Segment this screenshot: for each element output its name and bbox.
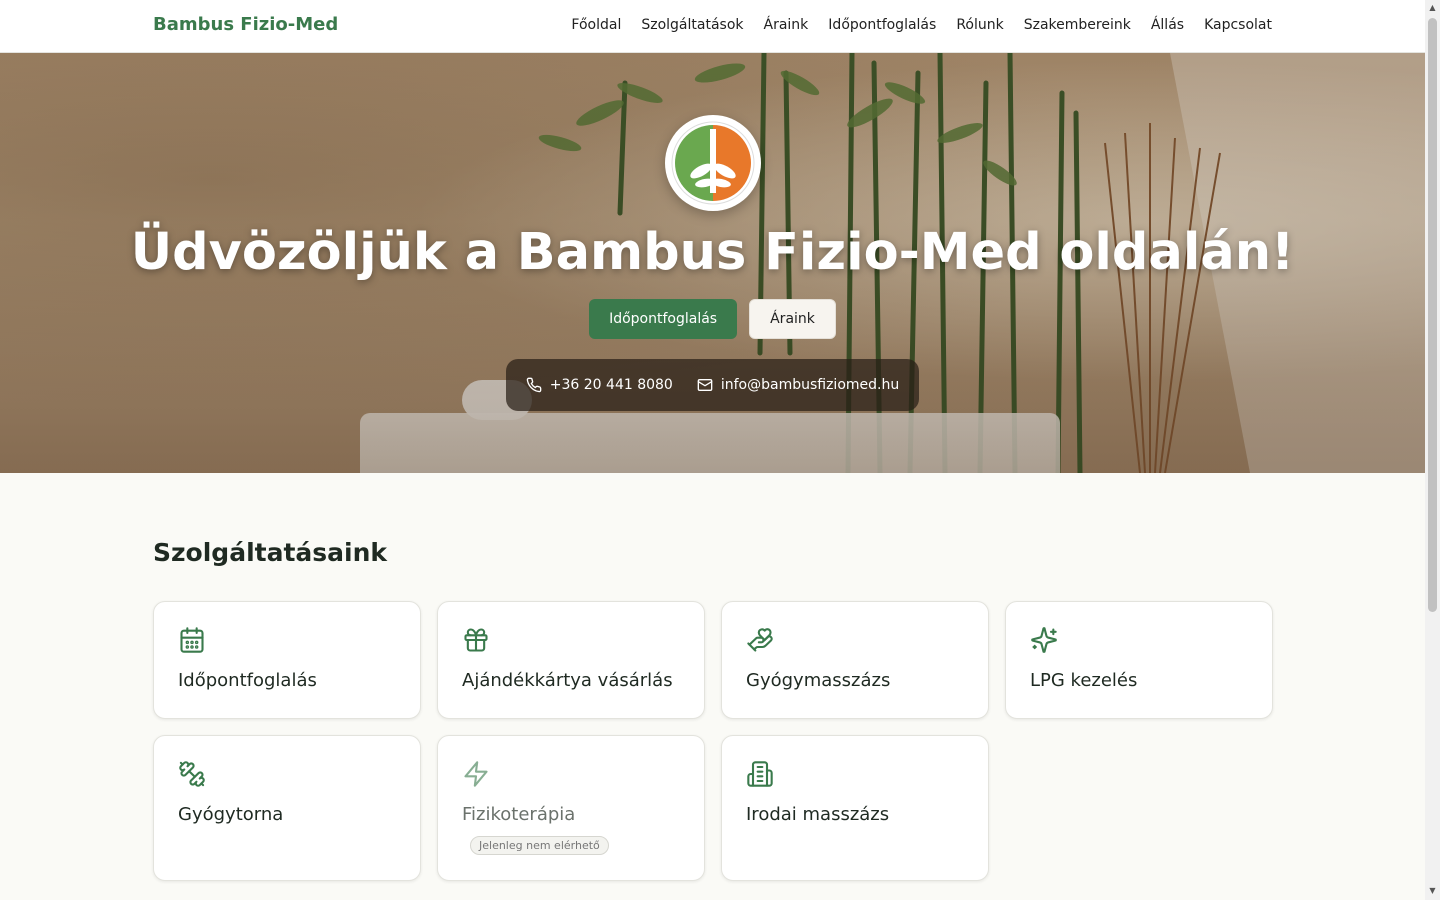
service-label: Ajándékkártya vásárlás	[462, 670, 673, 691]
brand-logo-text[interactable]: Bambus Fizio-Med	[153, 14, 338, 35]
service-card-lpg[interactable]: LPG kezelés	[1005, 601, 1273, 719]
lightning-icon	[464, 761, 488, 787]
nav-item-fooldal[interactable]: Főoldal	[571, 17, 621, 33]
service-label: Időpontfoglalás	[178, 670, 317, 691]
hero-section: Üdvözöljük a Bambus Fizio-Med oldalán! I…	[0, 53, 1425, 473]
service-label: Fizikoterápia	[462, 804, 576, 825]
nav-item-rolunk[interactable]: Rólunk	[956, 17, 1003, 33]
nav-item-araink[interactable]: Áraink	[764, 17, 809, 33]
calendar-icon	[180, 627, 204, 653]
service-label: Gyógymasszázs	[746, 670, 891, 691]
phone-number: +36 20 441 8080	[549, 377, 673, 393]
booking-button[interactable]: Időpontfoglalás	[589, 299, 738, 339]
top-navbar: Bambus Fizio-Med Főoldal Szolgáltatások …	[0, 0, 1425, 53]
nav-item-allas[interactable]: Állás	[1151, 17, 1184, 33]
nav-item-idopontfoglalas[interactable]: Időpontfoglalás	[828, 17, 936, 33]
service-card-physiotherapy-exercise[interactable]: Gyógytorna	[153, 735, 421, 881]
nav-item-szolgaltatasok[interactable]: Szolgáltatások	[641, 17, 743, 33]
hero-title: Üdvözöljük a Bambus Fizio-Med oldalán!	[130, 223, 1295, 282]
bamboo-logo-icon	[669, 119, 757, 207]
hand-heart-icon	[747, 628, 773, 652]
service-card-physical-therapy[interactable]: Fizikoterápia Jelenleg nem elérhető	[437, 735, 705, 881]
service-label: Irodai masszázs	[746, 804, 890, 825]
phone-icon	[526, 377, 542, 393]
contact-bar: +36 20 441 8080 info@bambusfiziomed.hu	[506, 359, 919, 411]
service-card-office-massage[interactable]: Irodai masszázs	[721, 735, 989, 881]
scroll-up-arrow-icon[interactable]: ▲	[1428, 4, 1437, 12]
nav-item-kapcsolat[interactable]: Kapcsolat	[1204, 17, 1272, 33]
services-title: Szolgáltatásaink	[153, 538, 388, 567]
page-scrollbar[interactable]: ▲ ▼	[1425, 0, 1440, 900]
nav-menu: Főoldal Szolgáltatások Áraink Időpontfog…	[571, 17, 1272, 33]
unavailable-badge: Jelenleg nem elérhető	[470, 836, 609, 855]
phone-link[interactable]: +36 20 441 8080	[526, 377, 673, 393]
service-label: Gyógytorna	[178, 804, 284, 825]
email-address: info@bambusfiziomed.hu	[720, 377, 900, 393]
nav-item-szakembereink[interactable]: Szakembereink	[1024, 17, 1131, 33]
scroll-down-arrow-icon[interactable]: ▼	[1428, 887, 1437, 895]
prices-button[interactable]: Áraink	[749, 299, 836, 339]
email-link[interactable]: info@bambusfiziomed.hu	[697, 377, 899, 393]
service-card-gift-card[interactable]: Ajándékkártya vásárlás	[437, 601, 705, 719]
building-icon	[747, 761, 773, 787]
service-label: LPG kezelés	[1030, 670, 1138, 691]
hero-buttons: Időpontfoglalás Áraink	[0, 299, 1425, 339]
gift-icon	[464, 628, 488, 652]
clinic-logo	[665, 115, 761, 211]
sparkles-icon	[1031, 627, 1057, 653]
mail-icon	[697, 379, 713, 391]
scrollbar-thumb[interactable]	[1428, 18, 1437, 612]
service-card-massage[interactable]: Gyógymasszázs	[721, 601, 989, 719]
dumbbell-icon	[179, 761, 205, 787]
service-card-booking[interactable]: Időpontfoglalás	[153, 601, 421, 719]
